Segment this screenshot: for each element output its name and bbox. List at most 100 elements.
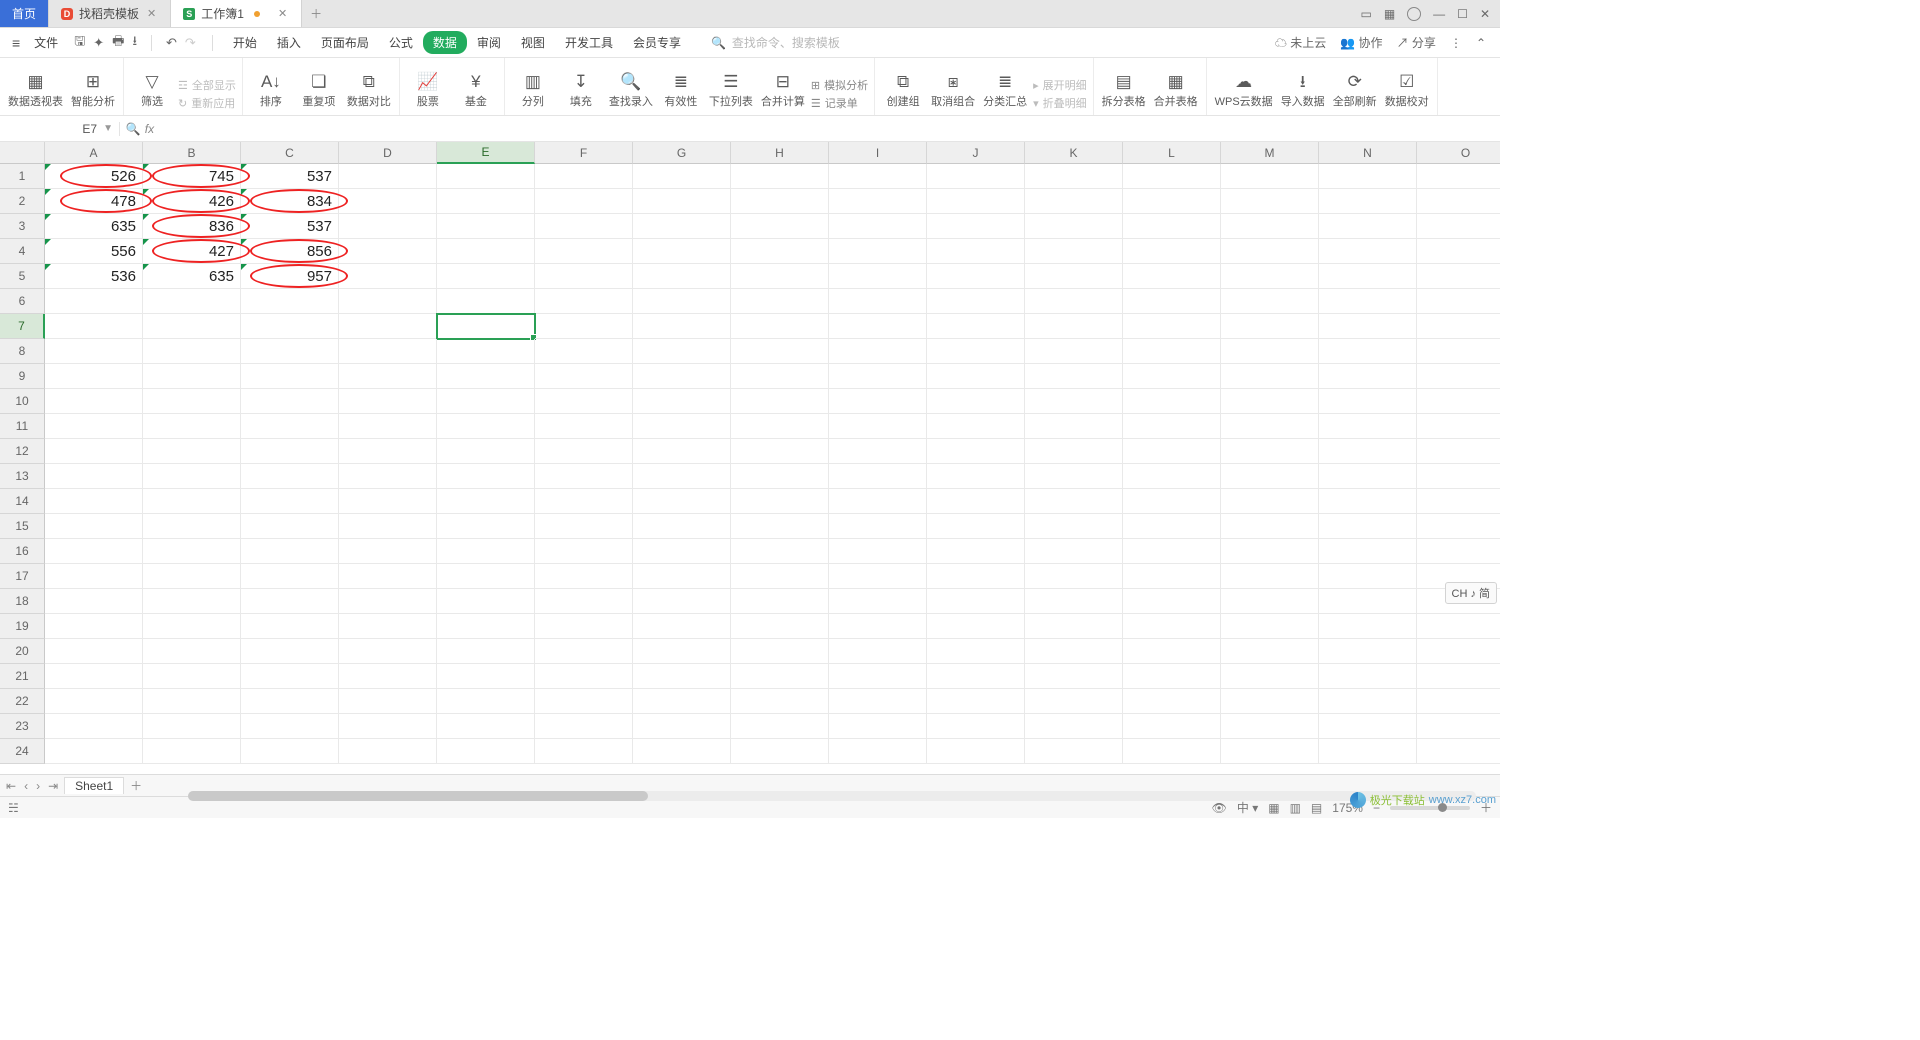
col-header-A[interactable]: A <box>45 142 143 164</box>
cell-H22[interactable] <box>731 689 829 714</box>
cell-N1[interactable] <box>1319 164 1417 189</box>
cell-I4[interactable] <box>829 239 927 264</box>
cell-A3[interactable]: 635 <box>45 214 143 239</box>
cell-A16[interactable] <box>45 539 143 564</box>
first-sheet-icon[interactable]: ⇤ <box>6 779 16 793</box>
cell-M2[interactable] <box>1221 189 1319 214</box>
row-header-24[interactable]: 24 <box>0 739 45 764</box>
cell-N6[interactable] <box>1319 289 1417 314</box>
row-header-7[interactable]: 7 <box>0 314 45 339</box>
col-header-J[interactable]: J <box>927 142 1025 164</box>
cell-I11[interactable] <box>829 414 927 439</box>
col-header-L[interactable]: L <box>1123 142 1221 164</box>
cell-A17[interactable] <box>45 564 143 589</box>
cell-E8[interactable] <box>437 339 535 364</box>
tab-view[interactable]: 视图 <box>511 31 555 54</box>
cell-B19[interactable] <box>143 614 241 639</box>
cell-I14[interactable] <box>829 489 927 514</box>
cell-G2[interactable] <box>633 189 731 214</box>
cell-B1[interactable]: 745 <box>143 164 241 189</box>
cell-B11[interactable] <box>143 414 241 439</box>
cell-B24[interactable] <box>143 739 241 764</box>
fx-icon[interactable]: fx <box>145 122 154 136</box>
maximize-icon[interactable]: ☐ <box>1457 7 1468 21</box>
cell-E23[interactable] <box>437 714 535 739</box>
cell-L12[interactable] <box>1123 439 1221 464</box>
row-header-18[interactable]: 18 <box>0 589 45 614</box>
cell-I5[interactable] <box>829 264 927 289</box>
cell-I2[interactable] <box>829 189 927 214</box>
cell-L10[interactable] <box>1123 389 1221 414</box>
tab-home[interactable]: 首页 <box>0 0 49 27</box>
cell-E10[interactable] <box>437 389 535 414</box>
cell-G14[interactable] <box>633 489 731 514</box>
cell-A9[interactable] <box>45 364 143 389</box>
cell-B17[interactable] <box>143 564 241 589</box>
undo-icon[interactable]: ↶ <box>166 35 177 51</box>
cell-A18[interactable] <box>45 589 143 614</box>
col-header-B[interactable]: B <box>143 142 241 164</box>
cell-K13[interactable] <box>1025 464 1123 489</box>
cell-I7[interactable] <box>829 314 927 339</box>
cell-A23[interactable] <box>45 714 143 739</box>
cell-G11[interactable] <box>633 414 731 439</box>
cell-K19[interactable] <box>1025 614 1123 639</box>
cell-H13[interactable] <box>731 464 829 489</box>
cell-I12[interactable] <box>829 439 927 464</box>
cell-C15[interactable] <box>241 514 339 539</box>
cell-F1[interactable] <box>535 164 633 189</box>
cell-J3[interactable] <box>927 214 1025 239</box>
cell-N12[interactable] <box>1319 439 1417 464</box>
cell-O5[interactable] <box>1417 264 1500 289</box>
cell-N19[interactable] <box>1319 614 1417 639</box>
close-icon[interactable]: ✕ <box>145 7 158 20</box>
cell-B2[interactable]: 426 <box>143 189 241 214</box>
row-header-11[interactable]: 11 <box>0 414 45 439</box>
cell-L24[interactable] <box>1123 739 1221 764</box>
cell-I23[interactable] <box>829 714 927 739</box>
pivot-button[interactable]: ▦数据透视表 <box>6 71 65 111</box>
cloud-status[interactable]: ☁ 未上云 <box>1275 34 1326 51</box>
cell-J2[interactable] <box>927 189 1025 214</box>
cell-K18[interactable] <box>1025 589 1123 614</box>
col-header-C[interactable]: C <box>241 142 339 164</box>
cell-H5[interactable] <box>731 264 829 289</box>
cell-K1[interactable] <box>1025 164 1123 189</box>
cell-M16[interactable] <box>1221 539 1319 564</box>
cell-C12[interactable] <box>241 439 339 464</box>
col-header-M[interactable]: M <box>1221 142 1319 164</box>
cell-A1[interactable]: 526 <box>45 164 143 189</box>
cell-D8[interactable] <box>339 339 437 364</box>
cell-K22[interactable] <box>1025 689 1123 714</box>
cell-J1[interactable] <box>927 164 1025 189</box>
row-header-10[interactable]: 10 <box>0 389 45 414</box>
cell-A21[interactable] <box>45 664 143 689</box>
cell-B4[interactable]: 427 <box>143 239 241 264</box>
cell-C23[interactable] <box>241 714 339 739</box>
cell-D16[interactable] <box>339 539 437 564</box>
cell-G19[interactable] <box>633 614 731 639</box>
cell-G4[interactable] <box>633 239 731 264</box>
cell-D20[interactable] <box>339 639 437 664</box>
col-header-H[interactable]: H <box>731 142 829 164</box>
cell-F2[interactable] <box>535 189 633 214</box>
cell-J14[interactable] <box>927 489 1025 514</box>
cell-A5[interactable]: 536 <box>45 264 143 289</box>
cell-I9[interactable] <box>829 364 927 389</box>
row-header-21[interactable]: 21 <box>0 664 45 689</box>
cell-H19[interactable] <box>731 614 829 639</box>
select-all-corner[interactable] <box>0 142 45 164</box>
cell-M18[interactable] <box>1221 589 1319 614</box>
cell-N23[interactable] <box>1319 714 1417 739</box>
cell-J16[interactable] <box>927 539 1025 564</box>
cell-L1[interactable] <box>1123 164 1221 189</box>
cell-J9[interactable] <box>927 364 1025 389</box>
cell-N16[interactable] <box>1319 539 1417 564</box>
cell-B9[interactable] <box>143 364 241 389</box>
cell-N15[interactable] <box>1319 514 1417 539</box>
cell-M22[interactable] <box>1221 689 1319 714</box>
row-header-1[interactable]: 1 <box>0 164 45 189</box>
cell-A24[interactable] <box>45 739 143 764</box>
cell-B6[interactable] <box>143 289 241 314</box>
cell-B21[interactable] <box>143 664 241 689</box>
